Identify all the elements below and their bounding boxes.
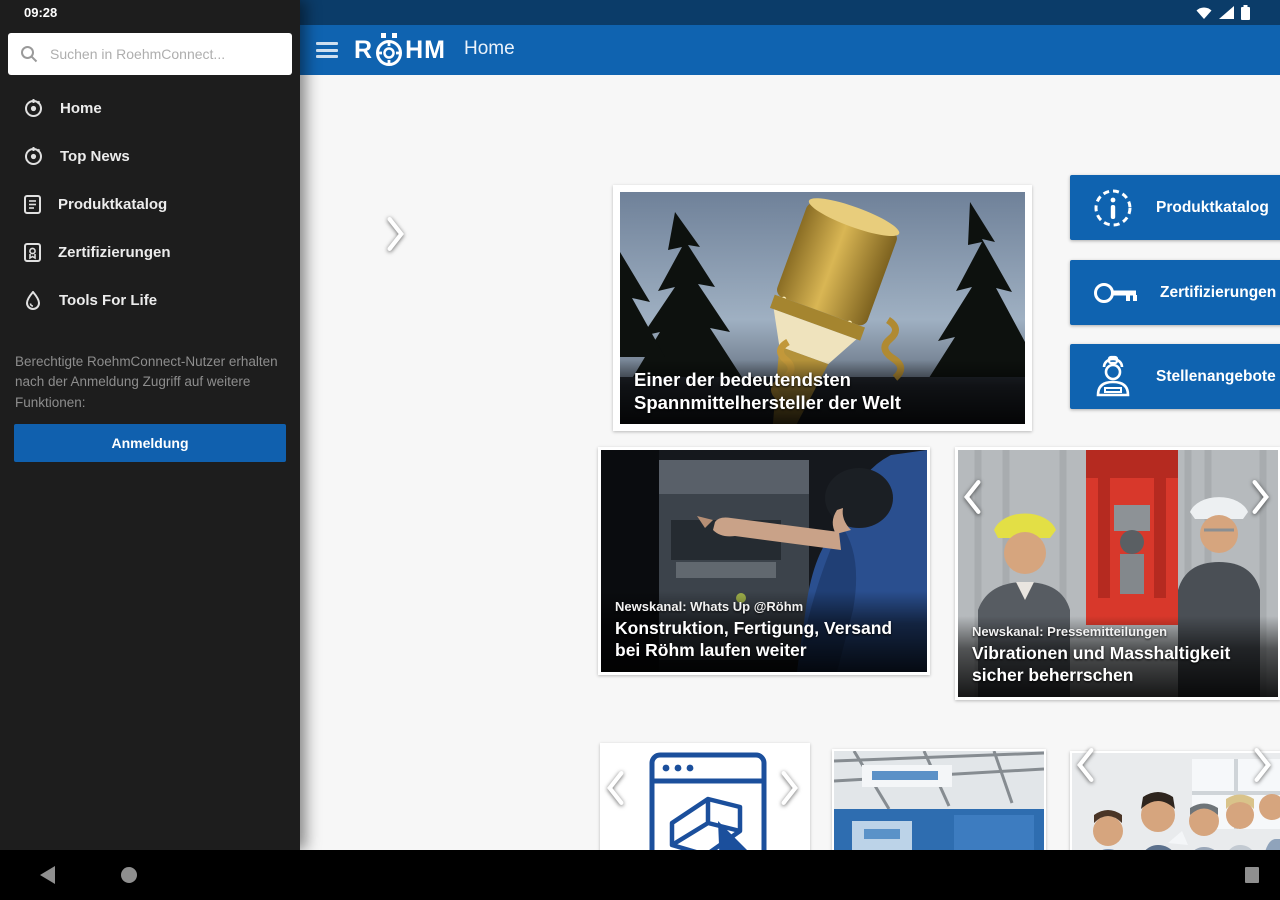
sidebar-item-label: Zertifizierungen — [58, 243, 171, 261]
karriere-prev-icon[interactable] — [1074, 747, 1096, 783]
quick-link-stellenangebote[interactable]: Stellenangebote — [1070, 344, 1280, 409]
info-circle-icon — [1094, 189, 1132, 226]
worker-icon — [1096, 355, 1130, 396]
sidebar-item-label: Tools For Life — [59, 291, 158, 309]
sidebar-item-top-news[interactable]: Top News — [0, 132, 300, 180]
tools-for-life-icon — [25, 290, 41, 310]
news-caption: Newskanal: Whats Up @Röhm Konstruktion, … — [601, 591, 927, 672]
recents-icon[interactable] — [1245, 867, 1259, 883]
news-title: Konstruktion, Fertigung, Versand bei Röh… — [615, 618, 893, 661]
news-icon — [25, 146, 42, 165]
news-prev-icon[interactable] — [961, 479, 983, 515]
home-circle-icon[interactable] — [121, 867, 137, 883]
hero-next-icon[interactable] — [385, 216, 407, 252]
quick-link-label: Stellenangebote — [1156, 367, 1276, 385]
menu-icon[interactable] — [316, 42, 338, 58]
home-icon — [25, 98, 42, 117]
news-card-pressemitteilungen[interactable]: Newskanal: Pressemitteilungen Vibratione… — [955, 447, 1280, 700]
key-icon — [1094, 282, 1137, 303]
drawer-menu: Home Top News Produktkatalog Zertifizier… — [0, 84, 300, 324]
navigation-drawer: 09:28 Home Top News Produktkatalog Zerti… — [0, 0, 300, 850]
sidebar-item-label: Produktkatalog — [58, 195, 168, 213]
signal-icon — [1219, 6, 1234, 19]
sidebar-item-label: Home — [60, 99, 102, 117]
news-next-icon[interactable] — [1250, 479, 1272, 515]
bottom-prev-icon[interactable] — [604, 770, 626, 806]
search-icon — [21, 46, 38, 63]
search-box[interactable] — [8, 33, 292, 75]
sidebar-item-home[interactable]: Home — [0, 84, 300, 132]
news-title: Vibrationen und Masshaltigkeit sicher be… — [972, 643, 1231, 686]
logo-chuck-icon — [376, 33, 403, 66]
search-input[interactable] — [50, 46, 280, 62]
certificate-icon — [24, 242, 41, 262]
news-channel: Newskanal: Pressemitteilungen — [972, 624, 1168, 640]
sidebar-item-produktkatalog[interactable]: Produktkatalog — [0, 180, 300, 228]
sidebar-item-zertifizierungen[interactable]: Zertifizierungen — [0, 228, 300, 276]
quick-link-produktkatalog[interactable]: Produktkatalog — [1070, 175, 1280, 240]
login-button[interactable]: Anmeldung — [14, 424, 286, 462]
sidebar-item-tools-for-life[interactable]: Tools For Life — [0, 276, 300, 324]
quick-link-label: Zertifizierungen — [1160, 283, 1277, 301]
status-time: 09:28 — [24, 5, 58, 20]
news-caption: Newskanal: Pressemitteilungen Vibratione… — [958, 616, 1278, 697]
page-title: Home — [464, 38, 515, 59]
bottom-next-icon[interactable] — [779, 770, 801, 806]
android-nav-bar — [0, 850, 1280, 900]
hero-caption: Einer der bedeutendsten Spannmittelherst… — [620, 359, 1025, 424]
app-screen: R HM Home Einer der bedeutendsten Spannm… — [0, 0, 1280, 900]
battery-icon — [1241, 5, 1250, 20]
drawer-info-text: Berechtigte RoehmConnect-Nutzer erhalten… — [15, 354, 278, 410]
quick-link-label: Produktkatalog — [1156, 198, 1269, 216]
logo-text-hm: HM — [405, 35, 446, 64]
karriere-next-icon[interactable] — [1252, 747, 1274, 783]
hero-card[interactable]: Einer der bedeutendsten Spannmittelherst… — [613, 185, 1032, 431]
wifi-icon — [1196, 7, 1212, 19]
news-channel: Newskanal: Whats Up @Röhm — [615, 599, 804, 615]
news-card-whatsup[interactable]: Newskanal: Whats Up @Röhm Konstruktion, … — [598, 447, 930, 675]
quick-link-zertifizierungen[interactable]: Zertifizierungen — [1070, 260, 1280, 325]
roehm-logo: R HM — [354, 33, 446, 67]
sidebar-item-label: Top News — [60, 147, 130, 165]
hero-title: Einer der bedeutendsten Spannmittelherst… — [634, 368, 901, 413]
catalog-icon — [24, 194, 41, 214]
logo-text-r: R — [354, 35, 374, 64]
back-icon[interactable] — [40, 866, 55, 884]
